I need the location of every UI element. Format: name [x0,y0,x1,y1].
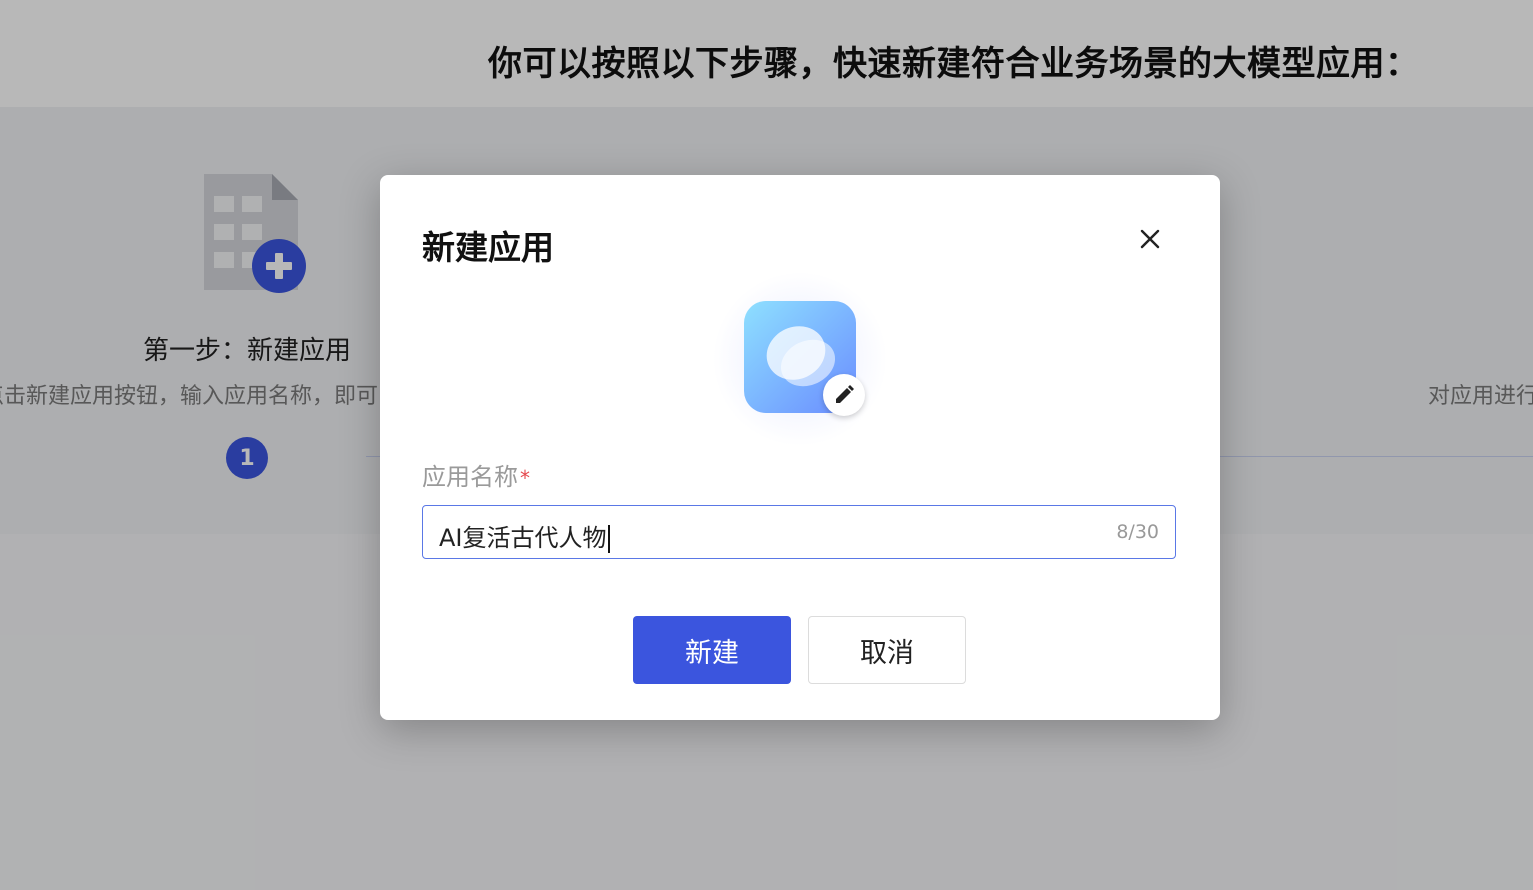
app-name-value-text: AI复活古代人物 [439,524,607,552]
pencil-icon[interactable] [823,374,865,416]
app-name-value: AI复活古代人物 [439,518,610,553]
required-mark: * [520,466,530,490]
new-app-dialog: 新建应用 应用名称 * AI复活古代人物 8/30 新建 取消 [380,175,1220,720]
app-name-input[interactable]: AI复活古代人物 8/30 [422,505,1176,559]
app-name-label-text: 应用名称 [422,463,518,491]
dialog-title: 新建应用 [422,228,554,267]
cancel-button[interactable]: 取消 [808,616,966,684]
close-icon[interactable] [1134,223,1166,255]
char-counter: 8/30 [1116,521,1159,543]
create-button[interactable]: 新建 [633,616,791,684]
text-caret [607,525,610,553]
app-name-label: 应用名称 * [422,457,530,492]
